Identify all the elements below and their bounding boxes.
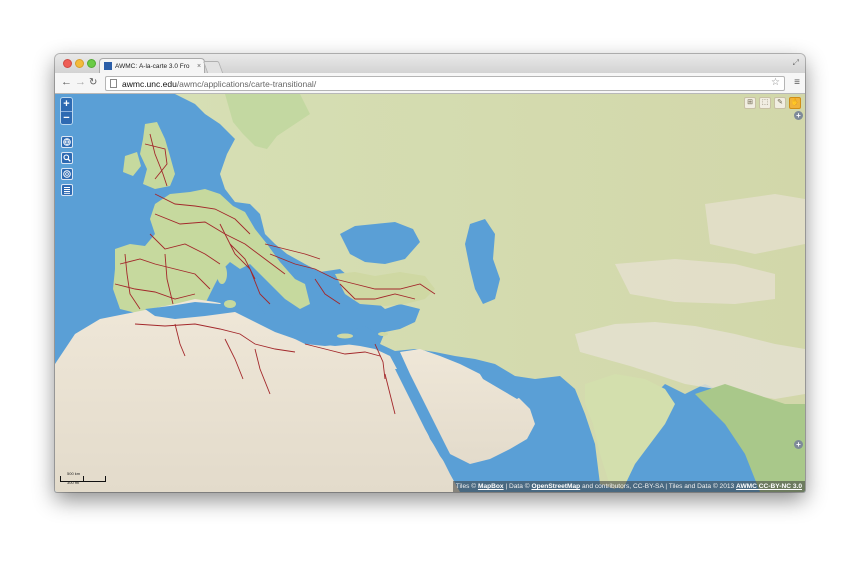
frame-icon[interactable]: ⬚ <box>759 97 771 109</box>
hand-icon[interactable]: ✋ <box>789 97 801 109</box>
scale-bar: 500 km 300 mi <box>60 471 108 485</box>
page-icon <box>110 79 117 88</box>
grid-icon[interactable]: ⊞ <box>744 97 756 109</box>
globe-button[interactable] <box>61 136 73 148</box>
map-canvas <box>55 94 805 492</box>
browser-tab[interactable]: AWMC: À-la-carte 3.0 Fro × <box>99 58 205 73</box>
tab-title: AWMC: À-la-carte 3.0 Fro <box>115 62 190 70</box>
list-icon <box>64 187 70 194</box>
zoom-control: + − <box>61 98 72 124</box>
maximize-window-button[interactable] <box>87 59 96 68</box>
menu-icon[interactable]: ≡ <box>794 77 800 88</box>
bookmark-star-icon[interactable]: ☆ <box>771 77 780 88</box>
tab-close-icon[interactable]: × <box>197 63 201 70</box>
awmc-favicon-icon <box>104 62 112 70</box>
scale-label-mi: 300 mi <box>67 480 80 485</box>
close-window-button[interactable] <box>63 59 72 68</box>
layer-toolbar: ⊞ ⬚ ✎ ✋ <box>744 97 801 109</box>
search-icon <box>63 154 71 162</box>
address-bar[interactable]: awmc.unc.edu/awmc/applications/carte-tra… <box>105 76 785 91</box>
help-icon <box>63 170 71 178</box>
back-arrow-icon[interactable]: ← <box>61 76 72 88</box>
search-button[interactable] <box>61 152 73 164</box>
scale-tick <box>83 476 84 482</box>
fullscreen-icon[interactable]: ⤢ <box>793 58 799 68</box>
map-attribution: Tiles © MapBox | Data © OpenStreetMap an… <box>452 481 805 492</box>
awmc-license-link[interactable]: AWMC CC-BY-NC 3.0 <box>736 483 802 490</box>
url-text: awmc.unc.edu/awmc/applications/carte-tra… <box>122 78 317 89</box>
map-viewport[interactable]: + − ⊞ ⬚ ✎ ✋ + + 500 km 300 mi Tiles © Ma… <box>55 94 805 492</box>
zoom-in-button[interactable]: + <box>61 98 72 111</box>
title-bar: AWMC: À-la-carte 3.0 Fro × ⤢ <box>55 54 805 73</box>
attribution-data-text: | Data © <box>503 483 532 490</box>
attribution-license-text: and contributors, CC-BY-SA | Tiles and D… <box>580 483 737 490</box>
help-button[interactable] <box>61 168 73 180</box>
openstreetmap-link[interactable]: OpenStreetMap <box>531 483 580 490</box>
browser-window: AWMC: À-la-carte 3.0 Fro × ⤢ ← → ↻ awmc.… <box>55 54 805 492</box>
zoom-out-button[interactable]: − <box>61 111 72 124</box>
list-button[interactable] <box>61 184 73 196</box>
new-tab-button[interactable] <box>202 61 224 73</box>
globe-icon <box>63 138 71 146</box>
mapbox-link[interactable]: MapBox <box>478 483 504 490</box>
attribution-tiles-text: Tiles © <box>455 483 478 490</box>
expand-top-button[interactable]: + <box>794 111 803 120</box>
minimize-window-button[interactable] <box>75 59 84 68</box>
browser-toolbar: ← → ↻ awmc.unc.edu/awmc/applications/car… <box>55 73 805 94</box>
draw-icon[interactable]: ✎ <box>774 97 786 109</box>
reload-icon[interactable]: ↻ <box>89 77 97 88</box>
forward-arrow-icon[interactable]: → <box>75 76 86 88</box>
expand-bottom-button[interactable]: + <box>794 440 803 449</box>
gobi-desert <box>705 194 805 254</box>
